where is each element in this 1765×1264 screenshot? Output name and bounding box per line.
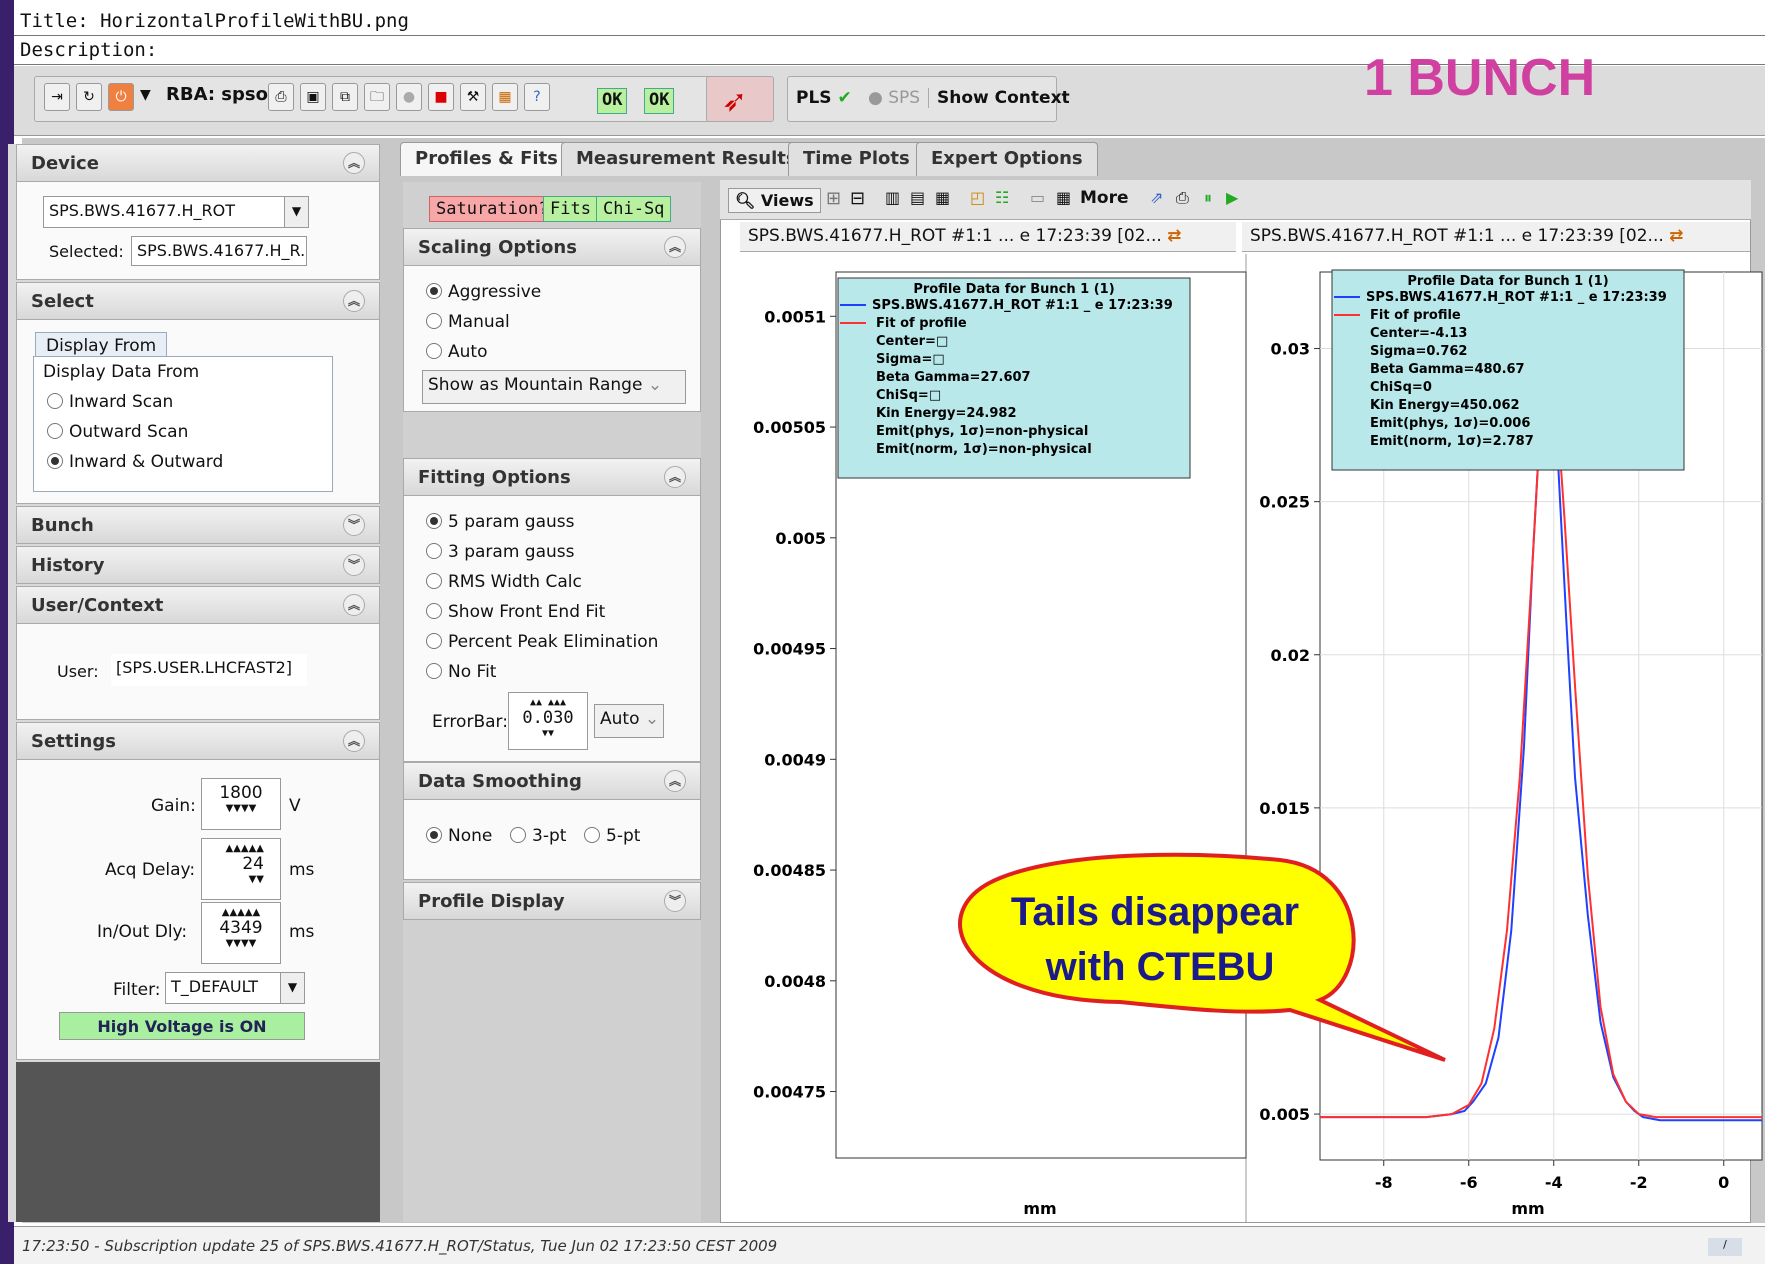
legend-line: Beta Gamma=480.67: [1370, 362, 1525, 377]
legend-line: Beta Gamma=27.607: [876, 370, 1031, 385]
status-bar: 17:23:50 - Subscription update 25 of SPS…: [14, 1226, 1765, 1264]
y-tick-label: 0.02: [1271, 646, 1310, 665]
legend-line: Kin Energy=24.982: [876, 406, 1017, 421]
y-tick-label: 0.0048: [764, 972, 826, 991]
legend-line: ChiSq=□: [876, 388, 941, 403]
legend-line: Emit(phys, 1σ)=non-physical: [876, 424, 1088, 439]
legend-fit-label: Fit of profile: [876, 316, 967, 331]
callout-line-1: Tails disappear: [1011, 890, 1299, 934]
legend-line: ChiSq=0: [1370, 380, 1432, 395]
y-tick-label: 0.00495: [753, 640, 826, 659]
legend-title: Profile Data for Bunch 1 (1): [913, 282, 1114, 297]
left-x-axis-label: mm: [1023, 1199, 1056, 1218]
y-tick-label: 0.015: [1259, 799, 1310, 818]
legend-line: Center=□: [876, 334, 948, 349]
legend-line: Sigma=□: [876, 352, 945, 367]
left-plot: 0.0051 0.00505 0.005 0.00495 0.0049 0.00485 0.…: [753, 271, 1247, 1159]
y-tick-label: 0.0049: [764, 750, 826, 769]
legend-line: Kin Energy=450.062: [1370, 398, 1520, 413]
status-indicator: /: [1708, 1238, 1742, 1256]
legend-line: Emit(norm, 1σ)=2.787: [1370, 434, 1534, 449]
legend-line: Center=-4.13: [1370, 326, 1467, 341]
right-x-axis-label: mm: [1511, 1199, 1544, 1218]
legend-title: Profile Data for Bunch 1 (1): [1407, 274, 1608, 289]
y-tick-label: 0.03: [1271, 340, 1310, 359]
x-tick-label: -4: [1545, 1173, 1563, 1192]
y-tick-label: 0.00485: [753, 861, 826, 880]
y-tick-label: 0.00475: [753, 1083, 826, 1102]
x-tick-label: -6: [1460, 1173, 1478, 1192]
legend-fit-label: Fit of profile: [1370, 308, 1461, 323]
y-tick-label: 0.005: [1259, 1105, 1310, 1124]
y-tick-label: 0.005: [775, 529, 826, 548]
legend-series-label: SPS.BWS.41677.H_ROT #1:1 _ e 17:23:39: [872, 298, 1173, 313]
callout-line-2: with CTEBU: [1045, 945, 1275, 989]
x-tick-label: 0: [1718, 1173, 1729, 1192]
x-tick-label: -8: [1375, 1173, 1393, 1192]
right-plot: -8 -6 -4 -2 0 0.03 0.025 0.02 0.015 0.005 Profile …: [1259, 269, 1763, 1192]
legend-line: Sigma=0.762: [1370, 344, 1467, 359]
y-tick-label: 0.0051: [764, 307, 826, 326]
legend-line: Emit(norm, 1σ)=non-physical: [876, 442, 1092, 457]
x-tick-label: -2: [1630, 1173, 1648, 1192]
legend-series-label: SPS.BWS.41677.H_ROT #1:1 _ e 17:23:39: [1366, 290, 1667, 305]
legend-line: Emit(phys, 1σ)=0.006: [1370, 416, 1530, 431]
y-tick-label: 0.025: [1259, 493, 1310, 512]
y-tick-label: 0.00505: [753, 418, 826, 437]
chart-canvas: 0.0051 0.00505 0.005 0.00495 0.0049 0.00485 0.…: [753, 254, 1763, 1222]
